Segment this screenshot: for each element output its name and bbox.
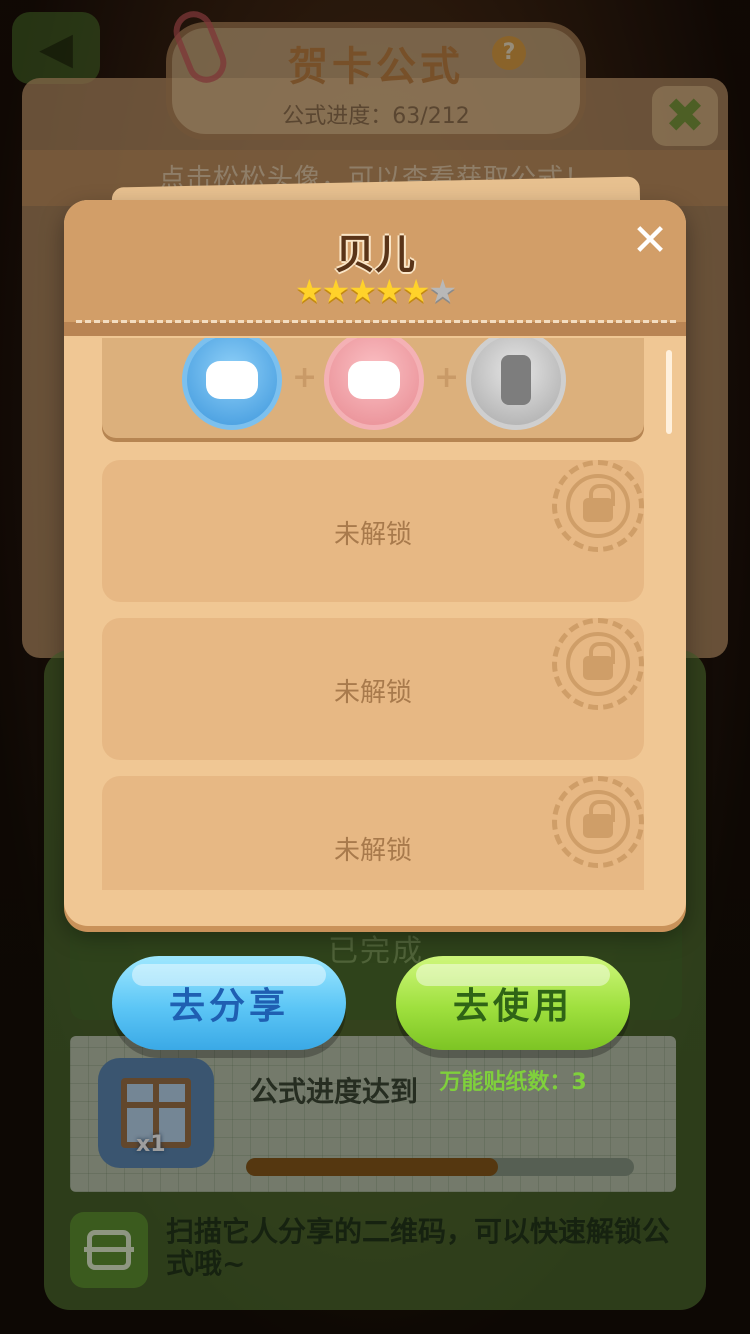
- star-filled-icon: ★: [348, 272, 377, 310]
- lock-icon: [583, 642, 615, 680]
- star-filled-icon: ★: [321, 272, 351, 310]
- sticker-count: 万能贴纸数：3: [439, 1070, 587, 1095]
- formula-row-unlocked[interactable]: + +: [102, 338, 644, 438]
- lock-icon: [583, 484, 615, 522]
- share-button[interactable]: 去分享: [112, 956, 346, 1050]
- star-filled-icon: ★: [401, 272, 431, 310]
- locked-formula-card[interactable]: 未解锁: [102, 460, 644, 602]
- goggles-icon[interactable]: [182, 338, 282, 430]
- star-empty-icon: ★: [428, 272, 457, 310]
- modal-header-divider: [76, 320, 676, 323]
- locked-formula-card[interactable]: 未解锁: [102, 618, 644, 760]
- use-button[interactable]: 去使用: [396, 956, 630, 1050]
- star-filled-icon: ★: [294, 272, 324, 310]
- star-filled-icon: ★: [375, 272, 404, 310]
- lock-seal-icon: [552, 618, 644, 710]
- formula-list[interactable]: + + 未解锁 未解锁 未解锁: [100, 338, 650, 890]
- lock-icon: [583, 800, 615, 838]
- plus-icon: +: [292, 360, 318, 395]
- star-rating: ★★★★★★: [64, 272, 686, 310]
- lock-seal-icon: [552, 776, 644, 868]
- comb-icon[interactable]: [466, 338, 566, 430]
- locked-formula-card[interactable]: 未解锁: [102, 776, 644, 890]
- blush-face-icon[interactable]: [324, 338, 424, 430]
- scrollbar[interactable]: [666, 350, 672, 434]
- plus-icon: +: [434, 360, 460, 395]
- lock-seal-icon: [552, 460, 644, 552]
- modal-header-lip: [64, 322, 686, 336]
- close-icon[interactable]: ✕: [624, 214, 676, 266]
